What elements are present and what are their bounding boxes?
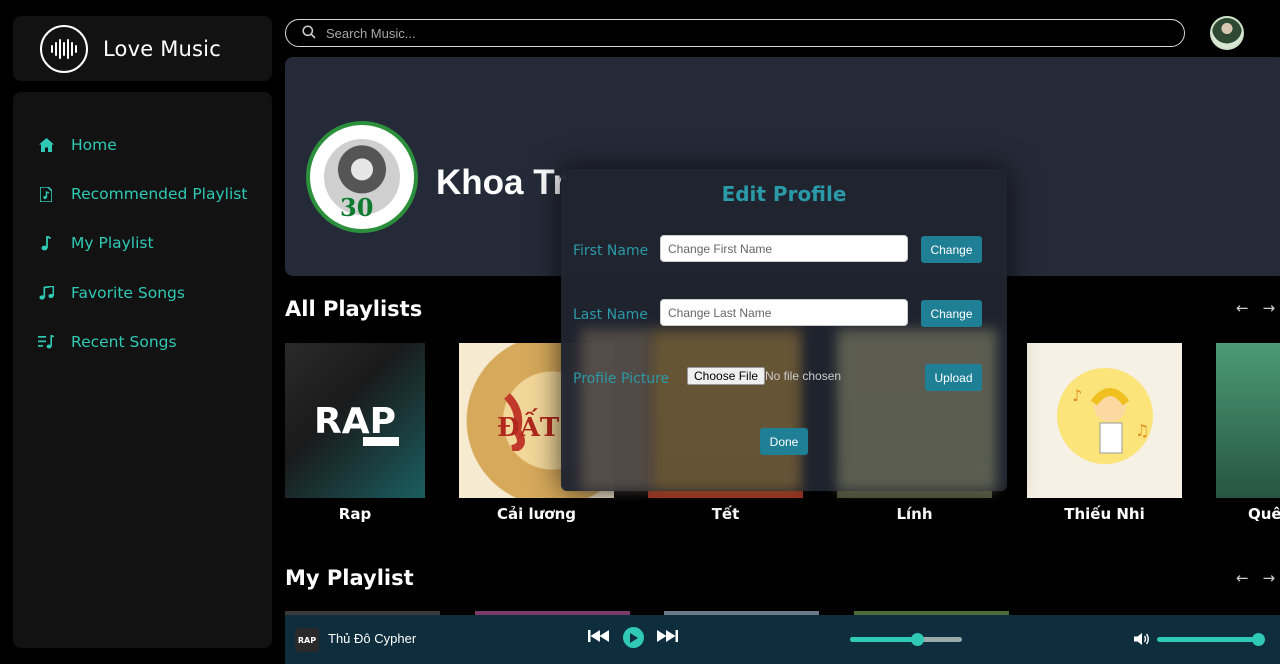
modal-title: Edit Profile [721,182,847,206]
done-button[interactable]: Done [760,428,808,455]
user-avatar[interactable] [1210,16,1244,50]
modal-backdrop-blur [581,329,651,491]
previous-icon[interactable] [588,628,609,647]
playlist-label: Tết [711,505,740,523]
all-playlists-nav: ← → [1236,299,1275,317]
arrow-left-icon[interactable]: ← [1236,299,1249,317]
playlist-label: Thiếu Nhi [1064,505,1145,523]
music-note-icon [38,235,54,251]
song-title: Thủ Đô Cypher [328,631,417,646]
home-icon [38,137,54,153]
playlist-label: Quê [1248,505,1280,523]
logo-box[interactable]: Love Music [13,16,272,81]
playlist-card-que[interactable]: Quê [1216,343,1280,523]
svg-text:♪: ♪ [1072,386,1082,405]
sidebar-item-label: Recent Songs [71,333,177,352]
my-playlist-nav: ← → [1236,569,1275,587]
profile-picture-label: Profile Picture [573,371,670,387]
sidebar-item-label: My Playlist [71,234,154,253]
arrow-left-icon[interactable]: ← [1236,569,1249,587]
playlist-card-rap[interactable]: RAP Rap [285,343,425,523]
svg-text:♫: ♫ [1135,421,1149,440]
player-bar: RAP Thủ Đô Cypher [285,615,1280,664]
search-bar[interactable] [285,19,1185,47]
arrow-right-icon[interactable]: → [1263,299,1276,317]
playlist-cover: RAP [285,343,425,498]
svg-text:ĐẤT: ĐẤT [497,408,560,443]
play-icon [630,632,638,643]
playlist-label: Lính [896,505,933,523]
sidebar-item-label: Recommended Playlist [71,185,248,204]
progress-fill [850,637,918,642]
profile-picture: 30 [306,121,418,233]
volume-slider[interactable] [1157,633,1265,646]
playlist-icon [38,334,54,350]
app-name: Love Music [103,36,221,61]
change-first-name-button[interactable]: Change [921,236,982,263]
search-input[interactable] [326,25,1126,41]
svg-text:RAP: RAP [314,401,396,442]
first-name-field[interactable] [660,235,908,262]
my-playlist-title: My Playlist [285,566,414,590]
music-notes-icon [38,285,54,301]
file-status: No file chosen [765,369,842,383]
change-last-name-button[interactable]: Change [921,300,982,327]
volume-icon[interactable] [1134,631,1150,650]
music-file-icon [38,186,54,202]
modal-backdrop-blur [837,329,997,491]
last-name-field[interactable] [660,299,908,326]
sidebar-item-label: Home [71,135,117,154]
volume-handle[interactable] [1252,633,1265,646]
sidebar-nav: Home Recommended Playlist My Playlist Fa… [13,92,272,648]
playlist-cover: ♪ ♫ [1027,343,1182,498]
sidebar-item-favorite-songs[interactable]: Favorite Songs [13,268,272,317]
choose-file-button[interactable]: Choose File [687,367,766,385]
progress-handle[interactable] [911,633,925,646]
last-name-label: Last Name [573,307,648,323]
all-playlists-title: All Playlists [285,297,423,321]
next-icon[interactable] [657,628,678,647]
logo-waveform-icon [40,24,88,73]
playlist-label: Cải lương [496,505,577,523]
modal-backdrop-blur [651,329,801,491]
sidebar-item-recommended-playlist[interactable]: Recommended Playlist [13,169,272,218]
first-name-label: First Name [573,243,649,259]
edit-profile-modal: Edit Profile First Name Change Last Name… [561,169,1007,491]
sidebar-item-recent-songs[interactable]: Recent Songs [13,318,272,367]
sidebar-item-my-playlist[interactable]: My Playlist [13,219,272,268]
upload-button[interactable]: Upload [925,364,982,391]
arrow-right-icon[interactable]: → [1263,569,1276,587]
playlist-label: Rap [338,505,372,523]
sidebar-item-home[interactable]: Home [13,120,272,169]
playlist-card-thieu-nhi[interactable]: ♪ ♫ Thiếu Nhi [1027,343,1182,523]
song-thumbnail: RAP [295,628,319,652]
search-icon [302,24,316,43]
sidebar-item-label: Favorite Songs [71,283,185,302]
playlist-cover [1216,343,1280,498]
progress-bar[interactable] [850,633,962,646]
play-button[interactable] [623,627,644,648]
